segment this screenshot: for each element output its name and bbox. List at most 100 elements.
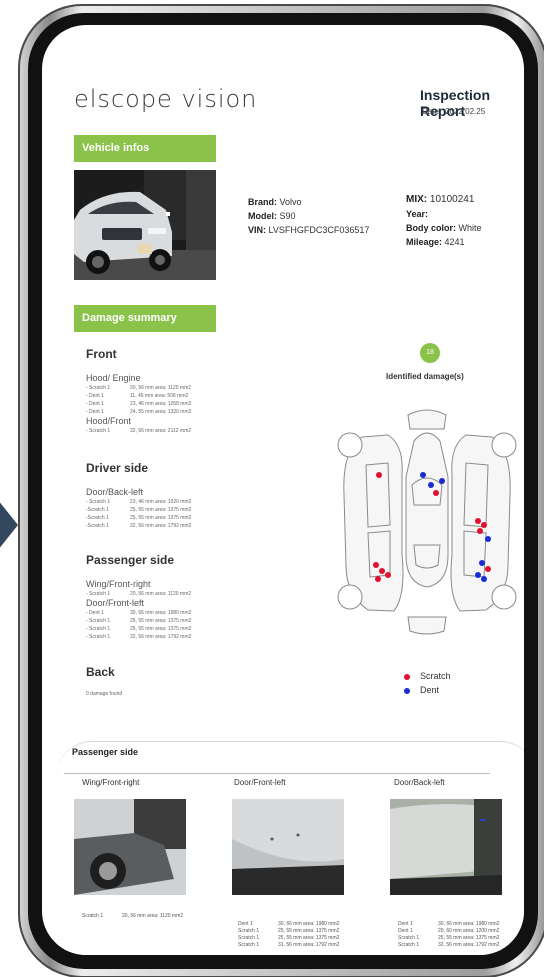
photo-notes: Dent 1 30, 66 mm area: 1980 mm2 Scratch 1… (238, 921, 339, 949)
car-left-side-outline (343, 434, 404, 612)
note-desc: 25, 55 mm area: 1375 mm2 (278, 928, 340, 934)
car-right-side-outline (450, 434, 511, 612)
phone-screen[interactable]: elscope vision Inspection Report Date: 20… (42, 25, 524, 955)
note-type: Scratch 1 (238, 935, 260, 941)
wing-front-right-photo[interactable] (74, 799, 186, 895)
legend-label: Dent (420, 685, 440, 695)
door-front-left-photo[interactable] (232, 799, 344, 895)
note-desc: 30, 66 mm area: 1980 mm2 (438, 921, 500, 927)
damage-type: - Scratch 1 (86, 499, 111, 505)
wheel-icon (491, 584, 517, 610)
damage-type: - Dent 1 (86, 409, 104, 415)
damage-row: - Dent 1 23, 46 mm area: 1058 mm2 (86, 400, 236, 408)
damage-type: -Scratch 1 (86, 507, 109, 513)
damage-summary-header: Damage summary (74, 305, 216, 332)
damage-desc: 11, 46 mm area: 506 mm2 (130, 393, 189, 399)
back-title: Back (86, 665, 115, 679)
scratch-marker (375, 576, 381, 582)
door-back-left-photo[interactable] (390, 799, 502, 895)
damage-row: - Scratch 1 25, 55 mm area: 1375 mm2 (86, 625, 236, 633)
damage-desc: 23, 46 mm area: 1020 mm2 (130, 499, 192, 505)
dent-marker (428, 482, 434, 488)
car-damage-diagram (332, 405, 522, 635)
note-desc: 30, 66 mm area: 1980 mm2 (278, 921, 340, 927)
scratch-marker (379, 568, 385, 574)
note-desc: 31, 56 mm area: 1792 mm2 (278, 942, 340, 948)
note-row: Scratch 1 32, 56 mm area: 1792 mm2 (398, 942, 499, 949)
damage-row: -Scratch 1 32, 56 mm area: 1792 mm2 (86, 522, 236, 530)
scratch-marker (433, 490, 439, 496)
damage-type: -Scratch 1 (86, 523, 109, 529)
note-type: Scratch 1 (238, 942, 260, 948)
scratch-dot-icon (404, 673, 410, 680)
damage-type: - Scratch 1 (86, 626, 111, 632)
damage-row: - Scratch 1 23, 46 mm area: 1020 mm2 (86, 498, 236, 506)
damage-row: - Scratch 1 25, 55 mm area: 1375 mm2 (86, 617, 236, 625)
group-title: Wing/Front-right (86, 579, 151, 589)
dent-marker (481, 576, 487, 582)
damage-desc: 20, 56 mm area: 1120 mm2 (130, 385, 192, 391)
column-title: Door/Front-left (234, 778, 286, 787)
scratch-marker (376, 472, 382, 478)
group-title: Hood/Front (86, 416, 132, 426)
photo-notes: Dent 1 30, 66 mm area: 1980 mm2 Dent 1 20,… (398, 921, 499, 949)
back-section: Back 0 damage found (86, 665, 236, 697)
color-value: White (458, 223, 482, 233)
note-type: Dent 1 (398, 928, 413, 934)
driver-title: Driver side (86, 461, 149, 475)
year-label: Year: (406, 209, 429, 219)
car-front-outline (407, 409, 447, 430)
note-row: Scratch 1 25, 55 mm area: 1375 mm2 (398, 935, 499, 942)
damage-count-badge: 18 (420, 343, 440, 363)
diagram-legend: Scratch Dent (404, 669, 451, 697)
damage-desc: 24, 55 mm area: 1320 mm2 (130, 409, 192, 415)
legend-label: Scratch (420, 671, 451, 681)
group-title: Door/Front-left (86, 598, 145, 608)
vin-value: LVSFHGFDC3CF036517 (268, 225, 370, 235)
identified-damage-label: Identified damage(s) (386, 372, 464, 381)
damage-row: - Dent 1 30, 66 mm area: 1980 mm2 (86, 609, 236, 617)
scratch-marker (485, 566, 491, 572)
legend-item: Scratch (404, 669, 451, 683)
note-desc: 25, 55 mm area: 1375 mm2 (278, 935, 340, 941)
damage-row: -Scratch 1 25, 55 mm area: 1375 mm2 (86, 506, 236, 514)
mileage-label: Mileage: (406, 237, 443, 247)
damage-type: -Scratch 1 (86, 515, 109, 521)
vehicle-photo (74, 170, 216, 280)
photo-notes: Scratch 1 20, 56 mm area: 1120 mm2 (82, 913, 183, 920)
damage-type: - Scratch 1 (86, 385, 111, 391)
damage-desc: 25, 55 mm area: 1375 mm2 (130, 515, 192, 521)
damage-row: - Dent 1 24, 55 mm area: 1320 mm2 (86, 408, 236, 416)
vin-label: VIN: (248, 225, 266, 235)
damage-desc: 30, 66 mm area: 1980 mm2 (130, 610, 192, 616)
model-value: S90 (279, 211, 296, 221)
color-label: Body color: (406, 223, 457, 233)
damage-desc: 25, 55 mm area: 1375 mm2 (130, 507, 192, 513)
note-row: Dent 1 30, 66 mm area: 1980 mm2 (398, 921, 499, 928)
back-note: 0 damage found (86, 691, 123, 697)
damage-desc: 23, 46 mm area: 1058 mm2 (130, 401, 192, 407)
front-section: Front Hood/ Engine - Scratch 1 20, 56 mm … (86, 347, 236, 435)
dent-marker (475, 572, 481, 578)
damage-type: - Scratch 1 (86, 618, 111, 624)
vehicle-infos-header: Vehicle infos (74, 135, 216, 162)
note-type: Scratch 1 (82, 913, 104, 919)
note-type: Scratch 1 (398, 935, 420, 941)
report-date: Date: 2022.02.25 (422, 107, 485, 116)
model-label: Model: (248, 211, 277, 221)
panel-divider (64, 773, 490, 774)
damage-desc: 25, 55 mm area: 1375 mm2 (130, 618, 192, 624)
note-type: Dent 1 (398, 921, 413, 927)
brand-label: Brand: (248, 197, 277, 207)
note-type: Scratch 1 (238, 928, 260, 934)
passenger-title: Passenger side (86, 553, 175, 567)
note-desc: 20, 60 mm area: 1200 mm2 (438, 928, 500, 934)
damage-type: - Scratch 1 (86, 634, 111, 640)
dent-dot-icon (404, 687, 410, 694)
mix-value: 10100241 (429, 194, 475, 205)
damage-row: - Scratch 1 32, 66 mm area: 2112 mm2 (86, 427, 236, 435)
legend-item: Dent (404, 683, 451, 697)
damage-row: -Scratch 1 25, 55 mm area: 1375 mm2 (86, 514, 236, 522)
scratch-marker (477, 528, 483, 534)
damage-desc: 25, 55 mm area: 1375 mm2 (130, 626, 192, 632)
